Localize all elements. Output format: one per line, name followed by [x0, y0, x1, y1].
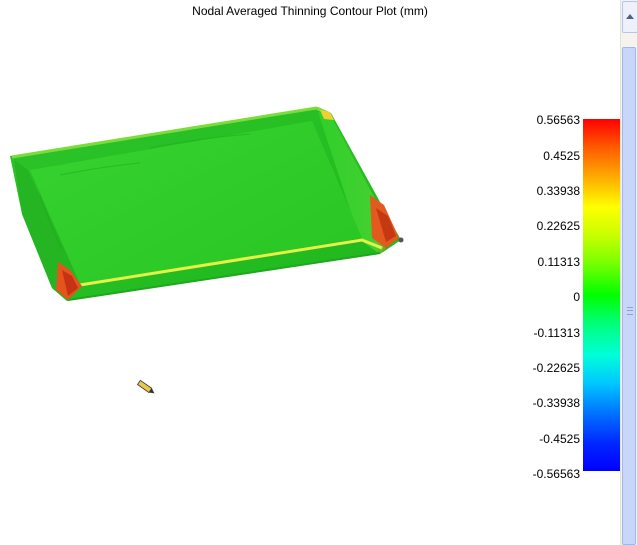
- scroll-up-arrow-icon[interactable]: [622, 1, 637, 33]
- tray-corner-node: [398, 237, 404, 243]
- model-viewport[interactable]: [0, 0, 620, 545]
- scrollbar-thumb[interactable]: [622, 47, 636, 545]
- legend-label: 0.11313: [537, 255, 581, 269]
- legend-label: -0.11313: [533, 326, 580, 340]
- tray-model: [10, 106, 404, 301]
- legend-label: 0.4525: [543, 149, 580, 163]
- legend-label-max: 0.56563: [536, 113, 580, 127]
- vertical-scrollbar[interactable]: [620, 0, 637, 545]
- legend-label: 0.22625: [536, 219, 580, 233]
- legend-label: 0.33938: [536, 184, 580, 198]
- legend-label: -0.22625: [532, 361, 580, 375]
- grip-icon: [627, 307, 633, 315]
- color-legend-bar: [583, 119, 620, 471]
- pencil-icon: [136, 379, 155, 394]
- legend-label: -0.33938: [532, 396, 580, 410]
- legend-label: -0.4525: [539, 432, 580, 446]
- legend-label-min: -0.56563: [532, 467, 580, 481]
- legend-label-zero: 0: [573, 290, 580, 304]
